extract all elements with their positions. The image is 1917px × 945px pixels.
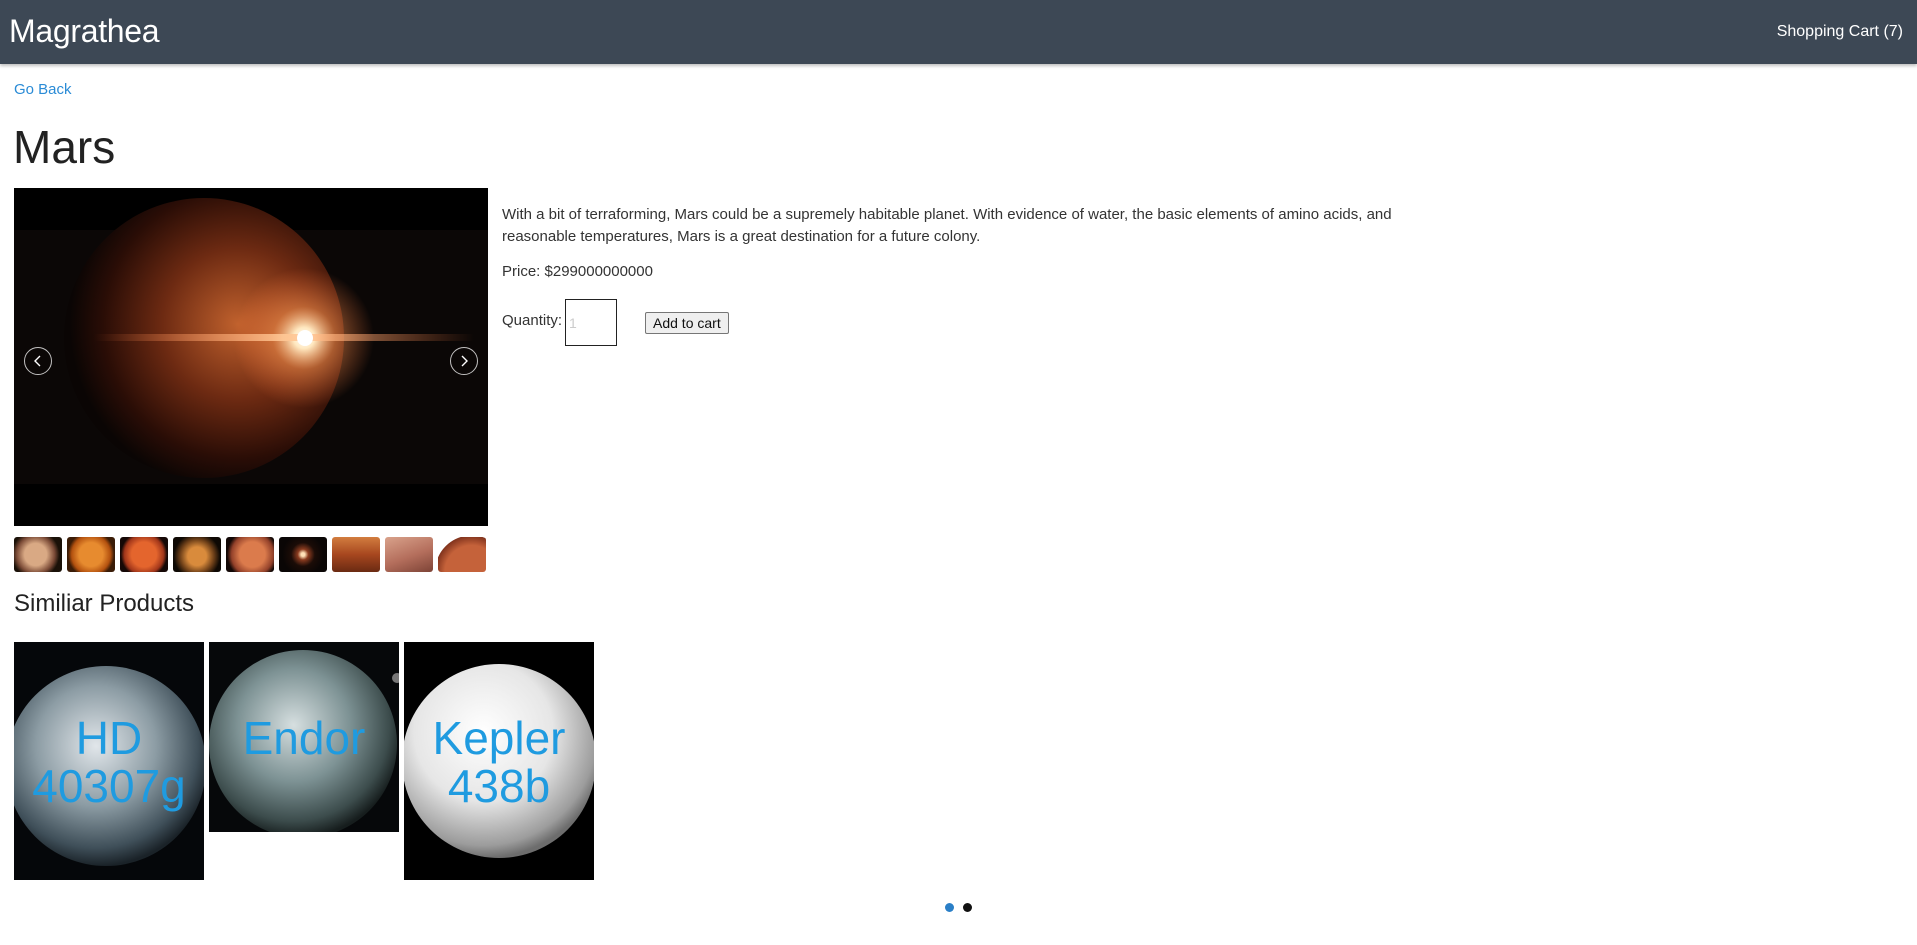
thumbnail-image[interactable]: [67, 537, 115, 572]
similar-product-name: Endor: [242, 712, 366, 764]
thumbnail-image[interactable]: [385, 537, 433, 572]
thumbnail-image[interactable]: [173, 537, 221, 572]
mars-sunrise-image: [14, 188, 488, 526]
thumbnail-strip: [14, 537, 488, 572]
add-to-cart-button[interactable]: Add to cart: [645, 312, 729, 334]
quantity-input[interactable]: [565, 299, 617, 346]
pager-dot[interactable]: [963, 903, 972, 912]
brand-logo[interactable]: Magrathea: [9, 13, 160, 50]
quantity-label: Quantity:: [502, 312, 563, 329]
thumbnail-image[interactable]: [332, 537, 380, 572]
top-navbar: Magrathea Shopping Cart (7): [0, 0, 1917, 64]
similar-products-heading: Similiar Products: [14, 590, 195, 617]
thumbnail-image[interactable]: [438, 537, 486, 572]
similar-products-pager: [945, 899, 981, 917]
product-description: With a bit of terraforming, Mars could b…: [502, 206, 1392, 245]
thumbnail-image[interactable]: [226, 537, 274, 572]
thumbnail-image[interactable]: [14, 537, 62, 572]
product-image-carousel[interactable]: [14, 188, 488, 526]
carousel-prev-button[interactable]: [24, 347, 52, 375]
similar-product-name: HD 40307g: [32, 712, 186, 812]
thumbnail-image-active[interactable]: [279, 537, 327, 572]
similar-product-card[interactable]: Endor: [209, 642, 399, 832]
thumbnail-image[interactable]: [120, 537, 168, 572]
carousel-next-button[interactable]: [450, 347, 478, 375]
shopping-cart-link[interactable]: Shopping Cart (7): [1777, 23, 1903, 41]
similar-product-card[interactable]: Kepler 438b: [404, 642, 594, 880]
similar-product-card[interactable]: HD 40307g: [14, 642, 204, 880]
chevron-left-icon: [34, 355, 41, 367]
go-back-link[interactable]: Go Back: [14, 81, 72, 98]
pager-dot-active[interactable]: [945, 903, 954, 912]
product-price: Price: $299000000000: [502, 263, 653, 280]
product-title: Mars: [13, 121, 116, 173]
similar-product-name: Kepler 438b: [432, 712, 566, 812]
chevron-right-icon: [461, 355, 468, 367]
